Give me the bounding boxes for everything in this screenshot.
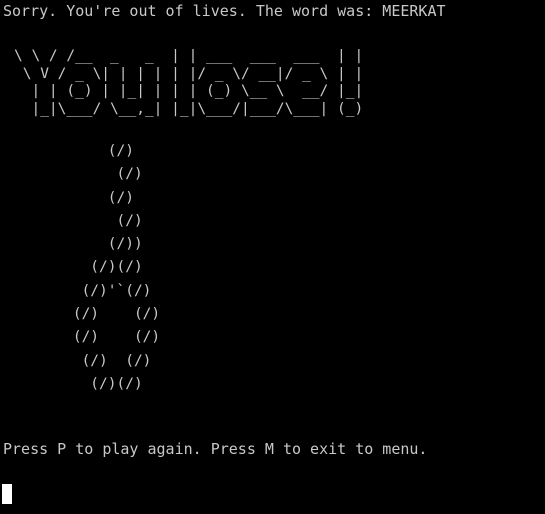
play-again-prompt: Press P to play again. Press M to exit t… [3,440,428,458]
banner-line: |_|\___/ \__,_| |_|\___/|___/\___| (_) [14,100,364,117]
banner-line: \ V / _ \| | | | | |/ _ \/ __|/ _ \ | | [14,65,364,82]
noose-line: (/)) [3,236,143,253]
noose-line: (/) [3,143,134,159]
you-lose-ascii-banner: \ \ / /__ _ _ | | ___ ___ ___ | | \ V / … [14,48,363,118]
noose-line: (/)(/) [3,259,143,276]
noose-ascii-art: (/) (/) (/) (/) (/)) (/)(/) (/)'`(/) (/)… [3,140,160,396]
noose-line: (/) (/) [3,306,161,323]
noose-line: (/) (/) [3,329,161,346]
terminal-window: Sorry. You're out of lives. The word was… [0,0,545,514]
noose-line: (/)(/) [3,375,143,392]
noose-line: (/) (/) [3,352,152,369]
noose-line: (/) [3,212,143,229]
text-cursor[interactable] [2,484,12,504]
noose-line: (/) [3,166,143,183]
noose-line: (/) [3,189,134,206]
banner-line: \ \ / /__ _ _ | | ___ ___ ___ | | [14,48,364,64]
game-over-message: Sorry. You're out of lives. The word was… [3,2,446,20]
noose-line: (/)'`(/) [3,282,152,299]
banner-line: | | (_) | |_| | | | (_) \__ \ __/ |_| [14,83,364,99]
